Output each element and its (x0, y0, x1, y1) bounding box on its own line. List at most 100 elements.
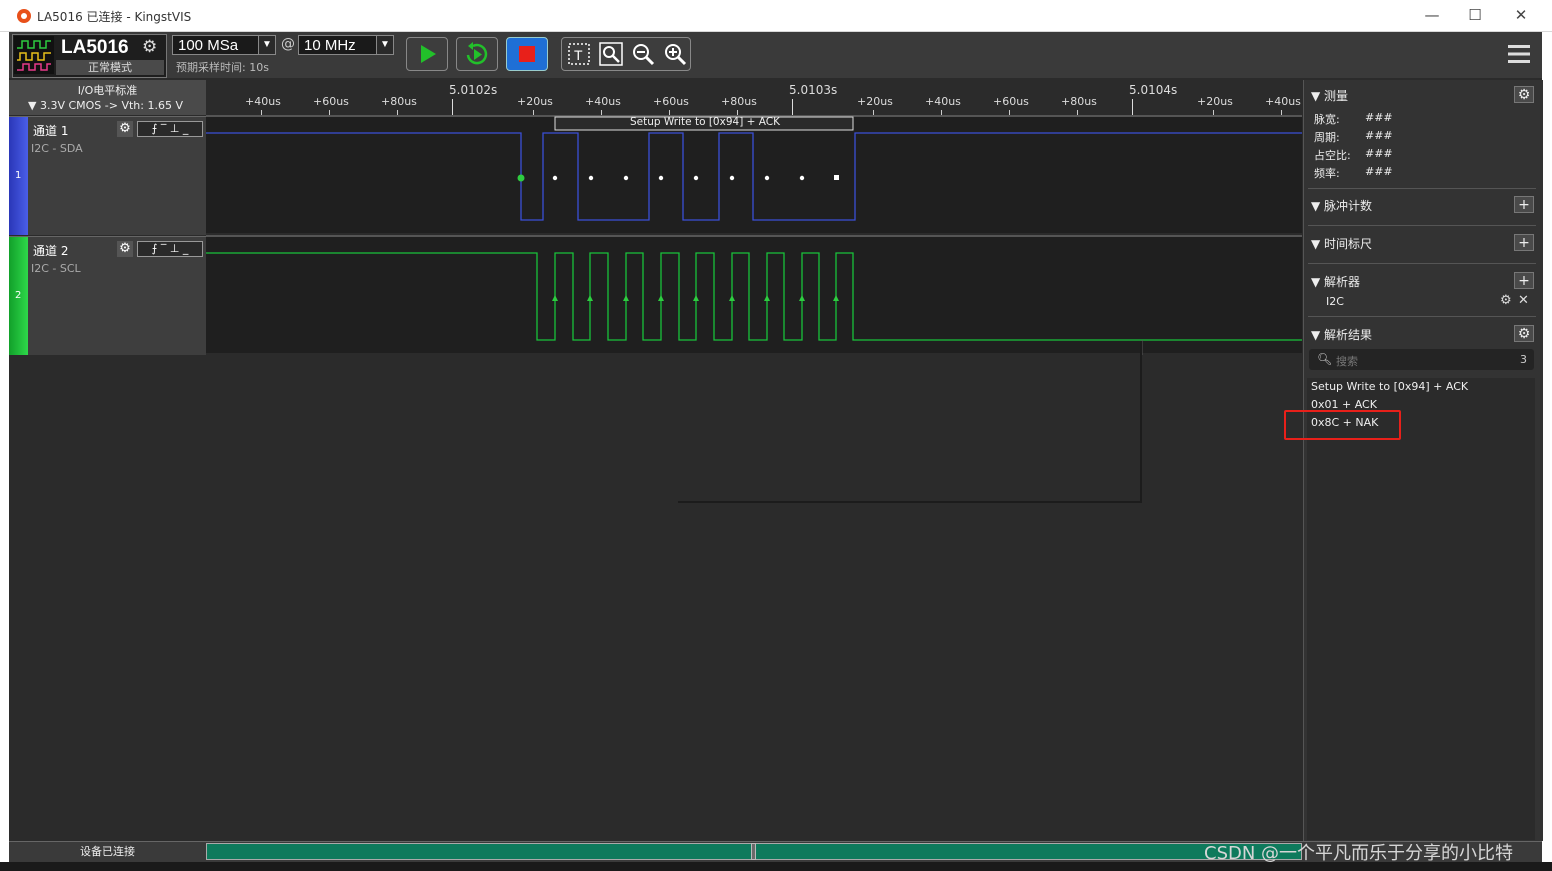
window-right-edge (1542, 31, 1552, 871)
device-mode: 正常模式 (56, 60, 164, 75)
ruler-tick-label: +20us (1197, 95, 1233, 108)
results-section[interactable]: ▼ 解析结果 (1311, 326, 1372, 343)
ruler-major-tick (792, 99, 793, 115)
channel-2-name[interactable]: 通道 2 (33, 242, 68, 259)
sda-sample-dots (552, 175, 839, 181)
timeline-scroll-thumb[interactable] (751, 843, 756, 860)
zoom-out-icon[interactable] (629, 40, 657, 68)
minimize-button[interactable]: — (1417, 4, 1447, 26)
ruler-tick-label: +40us (245, 95, 281, 108)
add-time-ruler-plus-icon[interactable]: + (1514, 234, 1534, 251)
play-icon (421, 45, 436, 63)
sample-freq-select[interactable]: 10 MHz ▼ (298, 35, 394, 55)
add-pulse-count-plus-icon[interactable]: + (1514, 196, 1534, 213)
analyzer-remove-close-icon[interactable]: ✕ (1518, 293, 1529, 308)
divider (1308, 188, 1536, 189)
result-item[interactable]: Setup Write to [0x94] + ACK (1311, 380, 1468, 393)
maximize-button[interactable]: ☐ (1460, 4, 1490, 26)
ruler-tick-label: +40us (1265, 95, 1301, 108)
logic-analyzer-icon (14, 36, 54, 74)
measure-value: ### (1365, 165, 1393, 178)
ruler-tick-label: +60us (993, 95, 1029, 108)
connection-status: 设备已连接 (80, 845, 135, 858)
pulse-count-section[interactable]: ▼ 脉冲计数 (1311, 197, 1372, 214)
channel-1-protocol: I2C - SDA (31, 142, 83, 155)
device-settings-gear-icon[interactable]: ⚙ (142, 37, 157, 57)
channel-gear-icon[interactable]: ⚙ (117, 241, 133, 257)
analyzer-title: 解析器 (1324, 275, 1361, 289)
zoom-fit-icon[interactable] (597, 40, 625, 68)
loop-start-button[interactable] (456, 37, 498, 71)
text-cursor-icon[interactable]: T (565, 40, 593, 68)
time-ruler-section[interactable]: ▼ 时间标尺 (1311, 235, 1372, 252)
ruler-tick-label: +40us (925, 95, 961, 108)
measure-value: ### (1365, 111, 1393, 124)
title-bar (0, 0, 1552, 32)
red-highlight-annotation (1284, 410, 1401, 440)
scl-waveform (206, 252, 1302, 341)
ruler-major-tick (1132, 99, 1133, 115)
measure-label: 频率: (1314, 167, 1340, 180)
taskbar-strip (0, 862, 1552, 871)
measure-label: 占空比: (1314, 149, 1351, 162)
ruler-tick-label: +40us (585, 95, 621, 108)
results-settings-gear-icon[interactable]: ⚙ (1514, 325, 1534, 342)
analyzer-settings-gear-icon[interactable]: ⚙ (1500, 293, 1512, 308)
ruler-tick-label: +80us (1061, 95, 1097, 108)
trigger-edge-icon[interactable]: ⨍ ‾ ⊥ _ (137, 241, 203, 257)
sda-start-marker (517, 174, 525, 182)
results-title: 解析结果 (1324, 328, 1373, 342)
search-placeholder: 搜索 (1336, 355, 1358, 368)
divider (1308, 225, 1536, 226)
ruler-tick-label: +20us (857, 95, 893, 108)
waveform-canvas (206, 116, 1302, 355)
channel-2-number: 2 (15, 290, 22, 301)
ruler-major-label: 5.0103s (789, 83, 838, 97)
io-level-value[interactable]: ▼ 3.3V CMOS -> Vth: 1.65 V (28, 99, 183, 112)
ruler-tick-label: +80us (381, 95, 417, 108)
trigger-edge-icon[interactable]: ⨍ ‾ ⊥ _ (137, 121, 203, 137)
sda-waveform (206, 132, 1302, 221)
channel-gear-icon[interactable]: ⚙ (117, 121, 133, 137)
measure-section-title[interactable]: ▼ 测量 (1311, 87, 1348, 104)
analyzer-section[interactable]: ▼ 解析器 (1311, 273, 1360, 290)
channel-1-buttons: ⚙ ⨍ ‾ ⊥ _ (117, 121, 203, 137)
ruler-major-label: 5.0104s (1129, 83, 1178, 97)
pulse-count-title: 脉冲计数 (1324, 199, 1373, 213)
measure-title: 测量 (1324, 89, 1349, 103)
measure-label: 脉宽: (1314, 113, 1340, 126)
sample-rate-select[interactable]: 100 MSa ▼ (172, 35, 276, 55)
divider (1308, 263, 1536, 264)
chevron-down-icon: ▼ (258, 36, 275, 54)
divider (1308, 316, 1536, 317)
measure-value: ### (1365, 147, 1393, 160)
ruler-tick-label: +60us (653, 95, 689, 108)
ruler-major-label: 5.0102s (449, 83, 498, 97)
zoom-in-icon[interactable] (661, 40, 689, 68)
loop-play-icon (466, 42, 488, 65)
overlay-shadow (678, 341, 1142, 503)
start-button[interactable] (406, 37, 448, 71)
results-list (1307, 378, 1535, 840)
ruler-tick-label: +20us (517, 95, 553, 108)
analyzer-item-i2c[interactable]: I2C (1326, 295, 1344, 308)
sample-freq-value: 10 MHz (304, 37, 356, 54)
sample-rate-value: 100 MSa (178, 37, 239, 54)
stop-icon (519, 46, 535, 62)
channel-panel-empty (9, 355, 206, 841)
at-sign: @ (281, 36, 295, 52)
stop-button[interactable] (506, 37, 548, 71)
ruler-tick-label: +80us (721, 95, 757, 108)
measure-settings-gear-icon[interactable]: ⚙ (1514, 86, 1534, 103)
window-title: LA5016 已连接 - KingstVIS (37, 10, 192, 24)
measure-label: 周期: (1314, 131, 1340, 144)
app-logo-icon (17, 9, 31, 23)
channel-1-name[interactable]: 通道 1 (33, 122, 68, 139)
results-count: 3 (1520, 353, 1527, 366)
close-button[interactable]: ✕ (1506, 4, 1536, 26)
io-level-title: I/O电平标准 (77, 84, 138, 97)
add-analyzer-plus-icon[interactable]: + (1514, 272, 1534, 289)
ruler-tick-label: +60us (313, 95, 349, 108)
hamburger-menu-icon[interactable] (1508, 44, 1530, 64)
time-ruler-title: 时间标尺 (1324, 237, 1373, 251)
